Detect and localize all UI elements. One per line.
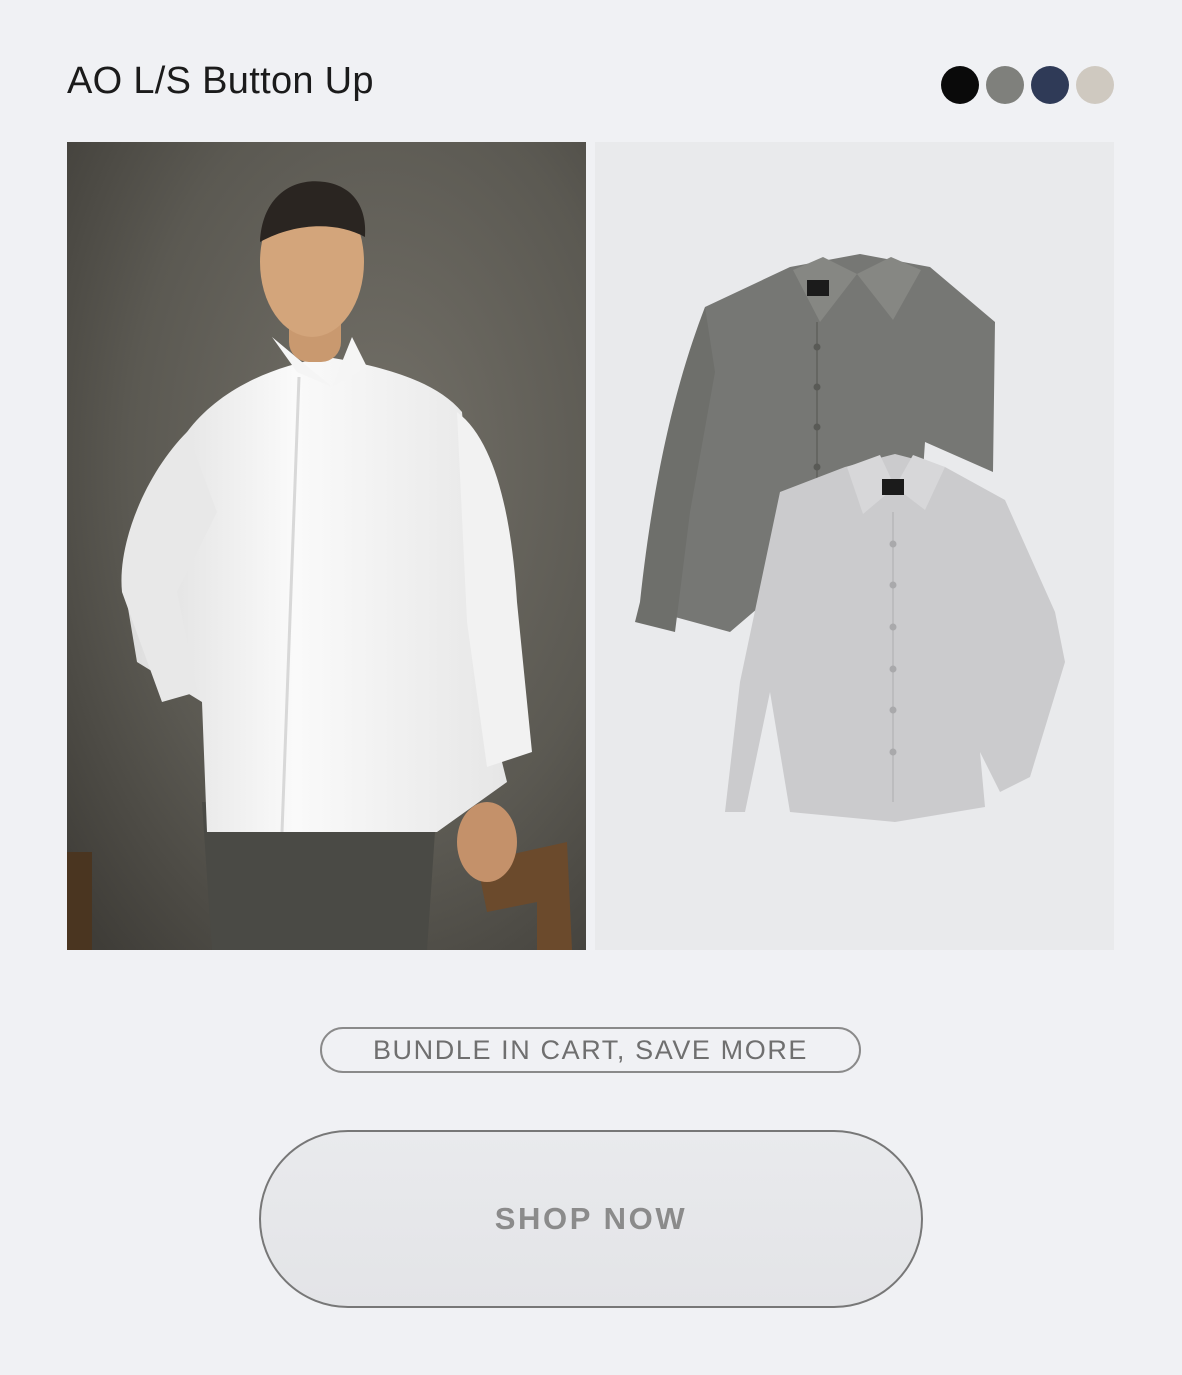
shop-now-button[interactable]: SHOP NOW [259,1130,923,1308]
model-photo-icon [67,142,586,950]
swatch-navy[interactable] [1031,66,1069,104]
swatch-black[interactable] [941,66,979,104]
swatch-gray[interactable] [986,66,1024,104]
color-swatches [941,66,1114,104]
product-flatlay[interactable] [595,142,1114,950]
product-title: AO L/S Button Up [67,60,374,102]
model-photo[interactable] [67,142,586,950]
bundle-promo-badge: BUNDLE IN CART, SAVE MORE [320,1027,861,1073]
swatch-stone[interactable] [1076,66,1114,104]
product-flatlay-icon [595,142,1114,950]
